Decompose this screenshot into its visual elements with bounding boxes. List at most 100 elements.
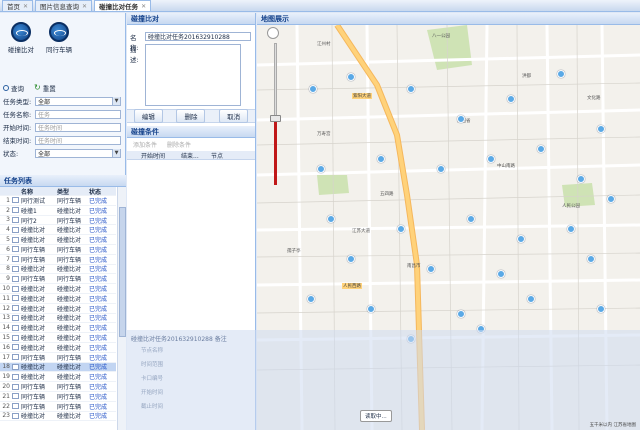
poi-marker-icon[interactable]: [407, 85, 415, 93]
row-checkbox[interactable]: [12, 373, 19, 380]
table-row[interactable]: 17 同行车辆 同行车辆 已完成: [0, 353, 116, 363]
close-icon[interactable]: ✕: [23, 3, 28, 10]
tab-home[interactable]: 首页 ✕: [2, 0, 34, 11]
poi-marker-icon[interactable]: [347, 255, 355, 263]
row-checkbox[interactable]: [12, 334, 19, 341]
cancel-button[interactable]: 取消: [219, 109, 249, 123]
table-row[interactable]: 18 碰撞比对 碰撞比对 已完成: [0, 362, 116, 373]
table-row[interactable]: 3 同行2 同行车辆 已完成: [0, 216, 116, 226]
close-icon[interactable]: ✕: [141, 3, 146, 10]
poi-marker-icon[interactable]: [487, 155, 495, 163]
poi-marker-icon[interactable]: [377, 155, 385, 163]
query-button[interactable]: 查询: [3, 83, 24, 93]
companion-vehicle-button[interactable]: 同行车辆: [46, 22, 72, 54]
reset-button[interactable]: ↻ 重置: [34, 83, 56, 94]
table-row[interactable]: 9 同行车辆 同行车辆 已完成: [0, 274, 116, 285]
table-row[interactable]: 14 碰撞比对 碰撞比对 已完成: [0, 323, 116, 334]
row-checkbox[interactable]: [12, 295, 19, 302]
task-list-scrollbar[interactable]: [117, 187, 126, 430]
col-status[interactable]: 状态: [89, 187, 115, 196]
row-checkbox[interactable]: [12, 344, 19, 351]
row-checkbox[interactable]: [12, 393, 19, 400]
zoom-knob[interactable]: [270, 115, 281, 122]
table-row[interactable]: 22 同行车辆 同行车辆 已完成: [0, 402, 116, 412]
table-row[interactable]: 1 同行测试 同行车辆 已完成: [0, 196, 116, 206]
table-row[interactable]: 8 碰撞比对 碰撞比对 已完成: [0, 265, 116, 275]
table-row[interactable]: 16 碰撞比对 碰撞比对 已完成: [0, 343, 116, 353]
tab-collision-task[interactable]: 碰撞比对任务 ✕: [94, 0, 152, 11]
table-row[interactable]: 4 碰撞比对 碰撞比对 已完成: [0, 225, 116, 236]
edit-button[interactable]: 编辑: [133, 109, 163, 123]
poi-marker-icon[interactable]: [457, 115, 465, 123]
row-checkbox[interactable]: [12, 236, 19, 243]
row-checkbox[interactable]: [12, 226, 19, 233]
poi-marker-icon[interactable]: [577, 175, 585, 183]
table-row[interactable]: 12 碰撞比对 碰撞比对 已完成: [0, 304, 116, 314]
table-row[interactable]: 19 碰撞比对 碰撞比对 已完成: [0, 372, 116, 383]
poi-marker-icon[interactable]: [497, 270, 505, 278]
poi-marker-icon[interactable]: [597, 125, 605, 133]
table-row[interactable]: 5 碰撞比对 碰撞比对 已完成: [0, 235, 116, 245]
task-name-input[interactable]: 任务: [35, 109, 121, 119]
poi-marker-icon[interactable]: [457, 310, 465, 318]
poi-marker-icon[interactable]: [607, 195, 615, 203]
poi-marker-icon[interactable]: [317, 165, 325, 173]
table-row[interactable]: 21 同行车辆 同行车辆 已完成: [0, 392, 116, 402]
poi-marker-icon[interactable]: [437, 165, 445, 173]
close-icon[interactable]: ✕: [82, 3, 87, 10]
table-row[interactable]: 23 碰撞比对 碰撞比对 已完成: [0, 412, 116, 422]
row-checkbox[interactable]: [12, 305, 19, 312]
map-zoom-slider[interactable]: [269, 37, 283, 185]
scroll-thumb[interactable]: [119, 207, 126, 337]
row-checkbox[interactable]: [12, 216, 19, 223]
row-checkbox[interactable]: [12, 314, 19, 321]
poi-marker-icon[interactable]: [347, 73, 355, 81]
row-checkbox[interactable]: [12, 412, 19, 419]
poi-marker-icon[interactable]: [467, 215, 475, 223]
poi-marker-icon[interactable]: [527, 295, 535, 303]
row-checkbox[interactable]: [12, 256, 19, 263]
poi-marker-icon[interactable]: [309, 85, 317, 93]
row-checkbox[interactable]: [12, 383, 19, 390]
task-name-field[interactable]: 碰撞比对任务201632910288: [145, 32, 251, 41]
delete-button[interactable]: 删除: [176, 109, 206, 123]
col-name[interactable]: 名称: [21, 187, 57, 196]
poi-marker-icon[interactable]: [587, 255, 595, 263]
table-row[interactable]: 6 同行车辆 同行车辆 已完成: [0, 245, 116, 255]
row-checkbox[interactable]: [12, 354, 19, 361]
row-checkbox[interactable]: [12, 363, 19, 370]
description-field[interactable]: [145, 44, 241, 106]
row-checkbox[interactable]: [12, 285, 19, 292]
poi-marker-icon[interactable]: [327, 215, 335, 223]
row-checkbox[interactable]: [12, 265, 19, 272]
col-node[interactable]: 节点: [207, 151, 237, 160]
poi-marker-icon[interactable]: [597, 305, 605, 313]
delete-condition-button[interactable]: 删除条件: [167, 140, 191, 149]
table-row[interactable]: 15 碰撞比对 碰撞比对 已完成: [0, 333, 116, 343]
col-type[interactable]: 类型: [57, 187, 89, 196]
tab-image-query[interactable]: 图片信息查询 ✕: [35, 0, 93, 11]
col-start-time[interactable]: 开始时间: [127, 151, 177, 160]
poi-marker-icon[interactable]: [367, 305, 375, 313]
row-checkbox[interactable]: [12, 324, 19, 331]
row-checkbox[interactable]: [12, 275, 19, 282]
task-type-select[interactable]: 全部 ▼: [35, 96, 121, 106]
row-checkbox[interactable]: [12, 403, 19, 410]
status-select[interactable]: 全部 ▼: [35, 148, 121, 158]
row-checkbox[interactable]: [12, 246, 19, 253]
start-time-input[interactable]: 任务时间: [35, 122, 121, 132]
col-end-time[interactable]: 结束...: [177, 151, 207, 160]
table-row[interactable]: 20 同行车辆 同行车辆 已完成: [0, 382, 116, 392]
table-row[interactable]: 7 同行车辆 同行车辆 已完成: [0, 255, 116, 265]
poi-marker-icon[interactable]: [567, 225, 575, 233]
poi-marker-icon[interactable]: [537, 145, 545, 153]
row-checkbox[interactable]: [12, 207, 19, 214]
poi-marker-icon[interactable]: [507, 95, 515, 103]
table-row[interactable]: 10 碰撞比对 碰撞比对 已完成: [0, 284, 116, 294]
end-time-input[interactable]: 任务时间: [35, 135, 121, 145]
poi-marker-icon[interactable]: [427, 265, 435, 273]
table-row[interactable]: 13 碰撞比对 碰撞比对 已完成: [0, 314, 116, 324]
collision-compare-button[interactable]: 碰撞比对: [8, 22, 34, 54]
row-checkbox[interactable]: [12, 197, 19, 204]
add-condition-button[interactable]: 添加条件: [133, 140, 157, 149]
